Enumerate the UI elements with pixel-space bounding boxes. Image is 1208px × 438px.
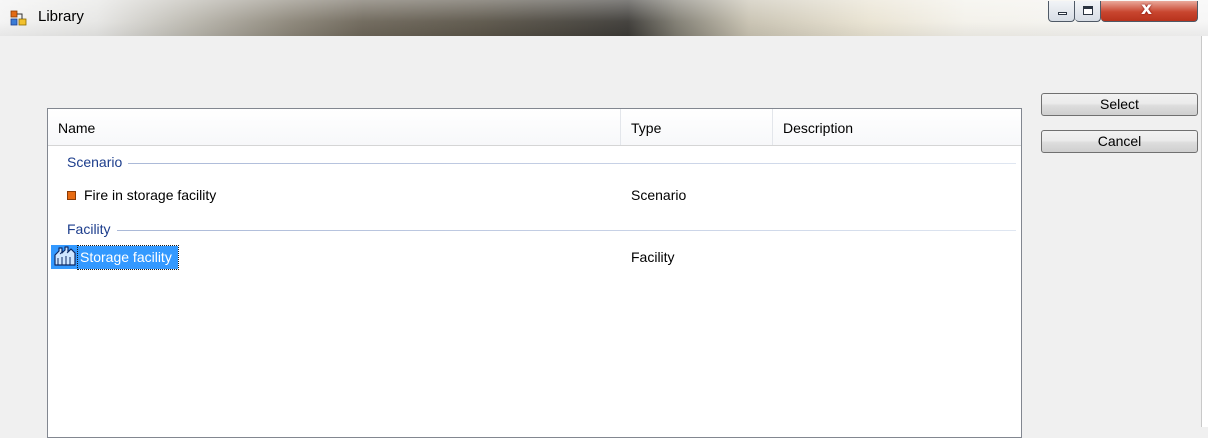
app-icon [10,10,27,26]
cancel-button[interactable]: Cancel [1041,130,1198,153]
minimize-button[interactable] [1048,1,1075,22]
item-name-cell: Fire in storage facility [67,183,216,207]
list-header: Name Type Description [48,109,1021,146]
list-item-selected[interactable]: Storage facility Facility [48,244,1021,270]
facility-icon [51,245,79,269]
column-header-description[interactable]: Description [773,109,1018,145]
group-header-scenario[interactable]: Scenario [67,152,1016,172]
item-name: Storage facility [77,244,179,270]
maximize-icon [1083,6,1093,15]
item-type: Facility [631,249,675,265]
column-header-name[interactable]: Name [48,109,621,145]
window-title: Library [38,8,84,25]
group-label: Facility [67,221,117,237]
close-icon: x [1141,0,1152,19]
orange-square-icon [67,190,76,200]
minimize-icon [1058,12,1067,15]
item-name-cell: Storage facility [51,244,179,270]
group-header-facility[interactable]: Facility [67,219,1016,239]
library-list[interactable]: Name Type Description Scenario Fire in s… [47,108,1022,438]
select-button[interactable]: Select [1041,93,1198,116]
group-label: Scenario [67,154,129,170]
column-header-type[interactable]: Type [621,109,773,145]
maximize-button[interactable] [1075,1,1101,22]
close-button[interactable]: x [1101,0,1198,22]
window-right-edge [1201,36,1208,427]
title-bar[interactable]: Library x [0,0,1208,36]
item-name: Fire in storage facility [84,187,217,203]
list-item[interactable]: Fire in storage facility Scenario [48,183,1021,207]
item-type: Scenario [631,187,687,203]
